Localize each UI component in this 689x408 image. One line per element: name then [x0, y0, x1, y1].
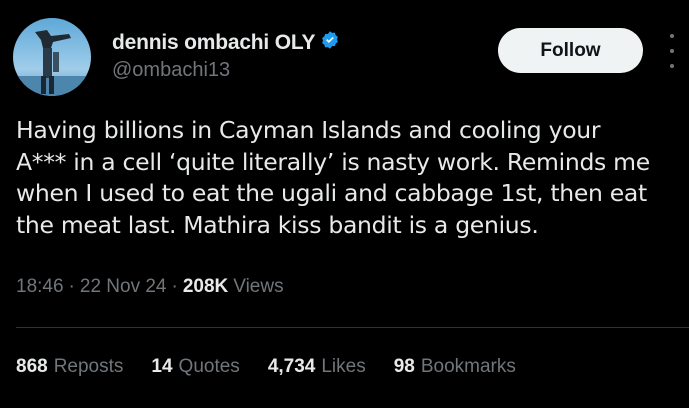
views-label: Views — [233, 276, 284, 297]
user-handle[interactable]: @ombachi13 — [112, 59, 340, 82]
likes-count: 4,734 — [267, 356, 316, 377]
more-options-icon[interactable] — [664, 34, 680, 68]
bookmarks-label: Bookmarks — [420, 356, 516, 377]
views-count: 208K — [182, 276, 229, 297]
display-name[interactable]: dennis ombachi OLY — [112, 31, 316, 55]
tweet-time[interactable]: 18:46 — [16, 276, 64, 298]
tweet-date[interactable]: 22 Nov 24 — [80, 276, 167, 298]
user-info: dennis ombachi OLY @ombachi13 — [112, 30, 340, 82]
engagement-stats: 868 Reposts 14 Quotes 4,734 Likes 98 Boo… — [16, 356, 516, 378]
reposts-stat[interactable]: 868 Reposts — [16, 356, 123, 378]
divider — [16, 327, 689, 328]
quotes-stat[interactable]: 14 Quotes — [151, 356, 239, 378]
tweet-meta: 18:46 · 22 Nov 24 · 208K Views — [16, 276, 284, 298]
avatar[interactable] — [13, 18, 91, 96]
likes-stat[interactable]: 4,734 Likes — [268, 356, 366, 378]
avatar-image — [13, 18, 91, 96]
follow-button[interactable]: Follow — [498, 28, 643, 73]
meta-separator: · — [68, 276, 75, 297]
verified-badge-icon — [320, 30, 340, 55]
tweet-text: Having billions in Cayman Islands and co… — [16, 116, 650, 239]
quotes-count: 14 — [151, 356, 173, 377]
reposts-label: Reposts — [53, 356, 124, 377]
quotes-label: Quotes — [178, 356, 240, 377]
likes-label: Likes — [321, 356, 366, 377]
reposts-count: 868 — [16, 356, 48, 377]
meta-separator: · — [171, 276, 178, 297]
bookmarks-count: 98 — [393, 356, 415, 377]
bookmarks-stat[interactable]: 98 Bookmarks — [394, 356, 516, 378]
name-row: dennis ombachi OLY — [112, 30, 340, 55]
